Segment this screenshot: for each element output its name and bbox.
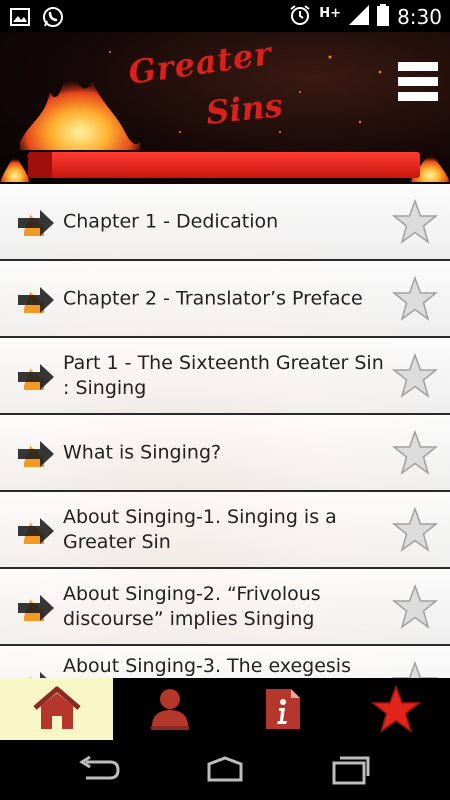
home-icon (32, 686, 81, 729)
fire-arrow-icon (18, 364, 54, 390)
hamburger-menu-icon[interactable] (398, 62, 438, 108)
nav-favorites[interactable] (339, 678, 450, 740)
header-decor-bar (28, 152, 420, 178)
battery-icon (377, 4, 390, 30)
image-icon (10, 8, 30, 30)
list-item[interactable]: Chapter 1 - Dedication (0, 184, 450, 261)
bottom-nav (0, 678, 450, 740)
alarm-icon (289, 4, 311, 30)
star-icon[interactable] (392, 430, 438, 476)
favorites-star-icon (370, 685, 421, 733)
star-icon[interactable] (392, 661, 438, 678)
fire-arrow-icon (18, 595, 54, 621)
list-item-label: Part 1 - The Sixteenth Greater Sin : Sin… (63, 351, 384, 399)
fire-arrow-icon (18, 287, 54, 313)
list-item[interactable]: About Singing-1. Singing is a Greater Si… (0, 492, 450, 569)
star-icon[interactable] (392, 276, 438, 322)
nav-info[interactable] (226, 678, 339, 740)
whatsapp-icon (42, 6, 64, 32)
home-button-icon[interactable] (201, 754, 249, 786)
profile-icon (150, 689, 189, 730)
nav-home[interactable] (0, 678, 113, 740)
nav-profile[interactable] (113, 678, 226, 740)
list-item[interactable]: Chapter 2 - Translator’s Preface (0, 261, 450, 338)
list-item[interactable]: About Singing-2. “Frivolous discourse” i… (0, 569, 450, 646)
back-icon[interactable] (76, 754, 124, 786)
chapter-list[interactable]: Chapter 1 - Dedication Chapter 2 - Trans… (0, 184, 450, 678)
star-icon[interactable] (392, 353, 438, 399)
star-icon[interactable] (392, 584, 438, 630)
list-item[interactable]: About Singing-3. The exegesis (0, 646, 450, 678)
star-icon[interactable] (392, 507, 438, 553)
fire-arrow-icon (29, 672, 47, 678)
info-icon (265, 689, 300, 729)
signal-icon (349, 5, 370, 29)
list-item-label: What is Singing? (63, 441, 222, 463)
list-item-label: About Singing-3. The exegesis (63, 655, 351, 677)
fire-arrow-icon (18, 210, 54, 236)
fire-arrow-icon (18, 441, 54, 467)
clock-time: 8:30 (397, 5, 442, 29)
star-icon[interactable] (392, 199, 438, 245)
list-item-label: About Singing-2. “Frivolous discourse” i… (63, 582, 321, 630)
app-title-line2: Sins (204, 86, 285, 132)
list-item[interactable]: What is Singing? (0, 415, 450, 492)
list-item[interactable]: Part 1 - The Sixteenth Greater Sin : Sin… (0, 338, 450, 415)
fire-arrow-icon (18, 518, 54, 544)
recent-apps-icon[interactable] (326, 754, 374, 786)
header-banner: Greater Sins (0, 32, 450, 184)
list-item-label: Chapter 1 - Dedication (63, 210, 279, 232)
network-type: H+ (319, 5, 342, 21)
list-item-label: Chapter 2 - Translator’s Preface (63, 287, 363, 309)
status-bar: H+ 8:30 (0, 0, 450, 32)
list-item-label: About Singing-1. Singing is a Greater Si… (63, 505, 337, 553)
system-nav-bar (0, 740, 450, 800)
